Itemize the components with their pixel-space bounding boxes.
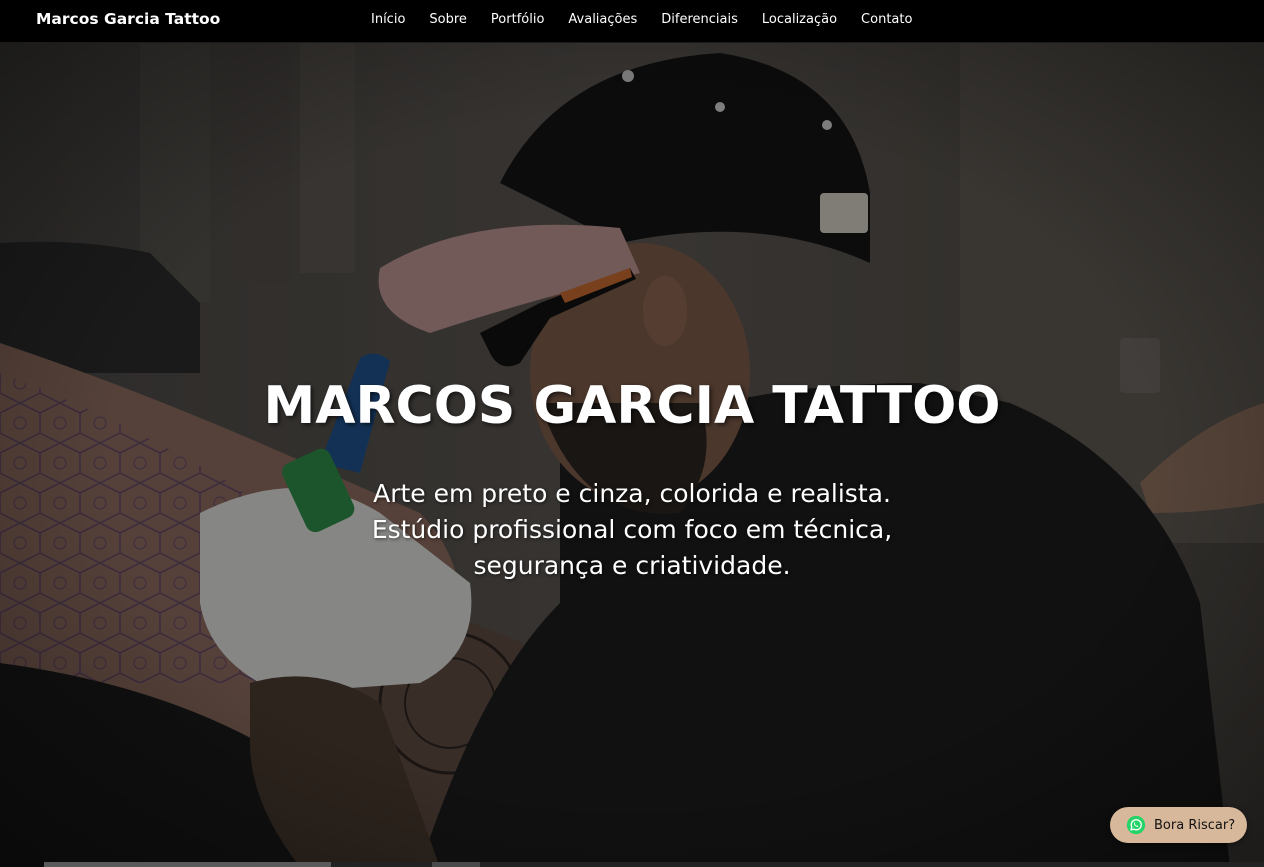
scrollbar-thumb[interactable] [44,862,331,867]
nav-item: Portfólio [479,12,556,27]
nav-item: Localização [750,12,849,27]
nav-link-inicio[interactable]: Início [359,12,417,27]
brand-link[interactable]: Marcos Garcia Tattoo [36,10,220,28]
navbar: Marcos Garcia Tattoo Início Sobre Portfó… [0,0,1264,43]
hero-section: MARCOS GARCIA TATTOO Arte em preto e cin… [0,43,1264,867]
nav-link-diferenciais[interactable]: Diferenciais [649,12,750,27]
nav-item: Contato [849,12,924,27]
whatsapp-button[interactable]: Bora Riscar? [1110,807,1247,843]
nav-item: Início [359,12,417,27]
scrollbar-thumb-secondary[interactable] [432,862,480,867]
nav-link-contato[interactable]: Contato [849,12,924,27]
nav-item: Diferenciais [649,12,750,27]
whatsapp-button-label: Bora Riscar? [1154,817,1236,833]
nav-link-localizacao[interactable]: Localização [750,12,849,27]
whatsapp-icon [1126,815,1146,835]
hero-title: MARCOS GARCIA TATTOO [263,376,1001,436]
carousel-scrollbar[interactable] [44,862,1264,867]
hero-background-photo [0,43,1264,867]
nav-links: Início Sobre Portfólio Avaliações Difere… [359,0,924,38]
nav-item: Avaliações [556,12,649,27]
hero-subtitle: Arte em preto e cinza, colorida e realis… [371,479,893,580]
nav-link-portfolio[interactable]: Portfólio [479,12,556,27]
nav-item: Sobre [417,12,479,27]
nav-link-avaliacoes[interactable]: Avaliações [556,12,649,27]
nav-link-sobre[interactable]: Sobre [417,12,479,27]
